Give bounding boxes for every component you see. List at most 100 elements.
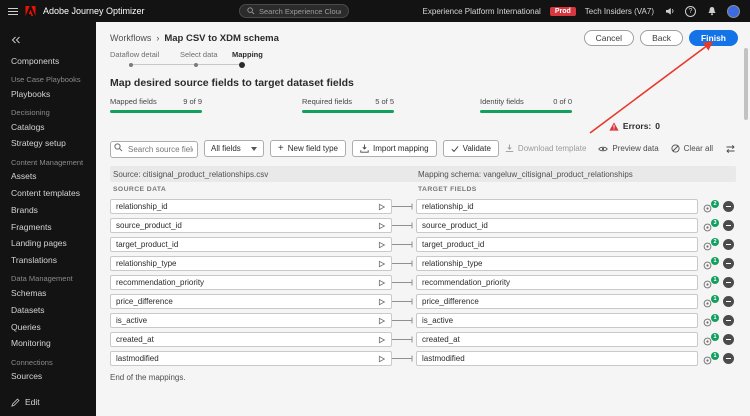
mapping-count-badge[interactable]: 1 bbox=[703, 314, 719, 327]
mapping-count-badge[interactable]: 1 bbox=[703, 276, 719, 289]
source-field-input[interactable]: relationship_type bbox=[110, 256, 392, 271]
source-field-input[interactable]: relationship_id bbox=[110, 199, 392, 214]
mapping-count-badge[interactable]: 1 bbox=[703, 295, 719, 308]
finish-button[interactable]: Finish bbox=[688, 30, 738, 46]
menu-icon[interactable] bbox=[8, 7, 18, 15]
target-field-input[interactable]: price_difference bbox=[416, 294, 698, 309]
preview-data-button[interactable]: Preview data bbox=[598, 144, 659, 153]
validate-button[interactable]: Validate bbox=[442, 140, 499, 157]
remove-mapping-button[interactable] bbox=[723, 220, 734, 231]
map-arrow-icon[interactable] bbox=[378, 355, 386, 363]
step-mapping[interactable]: Mapping bbox=[232, 50, 263, 59]
source-field-input[interactable]: recommendation_priority bbox=[110, 275, 392, 290]
map-arrow-icon[interactable] bbox=[378, 298, 386, 306]
remove-mapping-button[interactable] bbox=[723, 258, 734, 269]
mapping-count-badge[interactable]: 1 bbox=[703, 352, 719, 365]
source-field-input[interactable]: created_at bbox=[110, 332, 392, 347]
target-field-input[interactable]: relationship_id bbox=[416, 199, 698, 214]
breadcrumb-workflows-link[interactable]: Workflows bbox=[110, 33, 151, 43]
source-field-input[interactable]: lastmodified bbox=[110, 351, 392, 366]
mapping-row: target_product_id target_product_id 2 bbox=[110, 235, 736, 254]
mapping-count-badge[interactable]: 3 bbox=[703, 219, 719, 232]
remove-mapping-button[interactable] bbox=[723, 296, 734, 307]
sidebar-item-datasets[interactable]: Datasets bbox=[0, 302, 96, 319]
download-template-button[interactable]: Download template bbox=[505, 144, 586, 153]
sidebar-item-brands[interactable]: Brands bbox=[0, 202, 96, 219]
step-connector-line bbox=[131, 64, 242, 65]
sidebar-item-playbooks[interactable]: Playbooks bbox=[0, 86, 96, 103]
sidebar-item-landing-pages[interactable]: Landing pages bbox=[0, 236, 96, 253]
section-title: Map desired source fields to target data… bbox=[110, 77, 354, 89]
environment-badge[interactable]: Prod bbox=[549, 6, 576, 16]
remove-mapping-button[interactable] bbox=[723, 277, 734, 288]
import-mapping-button[interactable]: Import mapping bbox=[352, 140, 437, 157]
mapping-count-badge[interactable]: 2 bbox=[703, 200, 719, 213]
mapping-count-badge[interactable]: 1 bbox=[703, 257, 719, 270]
mapping-count-badge[interactable]: 1 bbox=[703, 333, 719, 346]
tenant-name[interactable]: Tech Insiders (VA7) bbox=[585, 7, 654, 16]
swap-panels-icon[interactable] bbox=[725, 144, 736, 154]
step-select-data[interactable]: Select data bbox=[180, 50, 218, 59]
global-search[interactable] bbox=[239, 4, 349, 18]
source-fields-search-input[interactable] bbox=[110, 141, 198, 158]
breadcrumb: Workflows › Map CSV to XDM schema bbox=[110, 33, 279, 44]
help-icon[interactable]: ? bbox=[685, 5, 696, 17]
map-arrow-icon[interactable] bbox=[378, 241, 386, 249]
mapping-connector-line bbox=[392, 316, 416, 325]
sidebar-item-content-templates[interactable]: Content templates bbox=[0, 186, 96, 203]
source-field-input[interactable]: price_difference bbox=[110, 294, 392, 309]
sidebar-item-components[interactable]: Components bbox=[0, 53, 96, 70]
remove-mapping-button[interactable] bbox=[723, 239, 734, 250]
target-field-input[interactable]: is_active bbox=[416, 313, 698, 328]
sidebar-item-fragments[interactable]: Fragments bbox=[0, 219, 96, 236]
new-field-type-button[interactable]: + New field type bbox=[269, 140, 346, 157]
warning-icon bbox=[609, 121, 619, 131]
global-search-input[interactable] bbox=[259, 6, 341, 16]
sidebar-item-monitoring[interactable]: Monitoring bbox=[0, 336, 96, 353]
adobe-logo-icon bbox=[25, 6, 36, 16]
download-icon bbox=[505, 144, 514, 153]
sidebar-edit-button[interactable]: Edit bbox=[0, 393, 96, 411]
cancel-button[interactable]: Cancel bbox=[583, 30, 635, 46]
nav-collapse-icon[interactable] bbox=[0, 25, 96, 53]
sidebar-item-sources[interactable]: Sources bbox=[0, 369, 96, 386]
target-field-input[interactable]: lastmodified bbox=[416, 351, 698, 366]
vertical-scrollbar[interactable] bbox=[744, 48, 748, 120]
fields-filter-select[interactable]: All fields bbox=[204, 140, 264, 157]
remove-mapping-button[interactable] bbox=[723, 334, 734, 345]
map-arrow-icon[interactable] bbox=[378, 203, 386, 211]
mapping-count-badge[interactable]: 2 bbox=[703, 238, 719, 251]
sidebar-item-translations[interactable]: Translations bbox=[0, 253, 96, 270]
source-file-header: Source: citisignal_product_relationships… bbox=[113, 169, 269, 179]
plus-icon: + bbox=[277, 142, 284, 154]
map-arrow-icon[interactable] bbox=[378, 260, 386, 268]
step-dataflow-detail[interactable]: Dataflow detail bbox=[110, 50, 159, 59]
target-field-input[interactable]: recommendation_priority bbox=[416, 275, 698, 290]
sidebar-item-schemas[interactable]: Schemas bbox=[0, 286, 96, 303]
announcements-icon[interactable] bbox=[663, 5, 676, 18]
remove-mapping-button[interactable] bbox=[723, 315, 734, 326]
back-button[interactable]: Back bbox=[640, 30, 683, 46]
map-arrow-icon[interactable] bbox=[378, 317, 386, 325]
target-field-input[interactable]: source_product_id bbox=[416, 218, 698, 233]
sidebar-item-strategy-setup[interactable]: Strategy setup bbox=[0, 136, 96, 153]
remove-mapping-button[interactable] bbox=[723, 201, 734, 212]
target-field-input[interactable]: relationship_type bbox=[416, 256, 698, 271]
target-field-input[interactable]: created_at bbox=[416, 332, 698, 347]
sidebar-item-assets[interactable]: Assets bbox=[0, 169, 96, 186]
target-fields-column-header: TARGET FIELDS bbox=[418, 186, 477, 193]
map-arrow-icon[interactable] bbox=[378, 336, 386, 344]
source-field-input[interactable]: target_product_id bbox=[110, 237, 392, 252]
notifications-bell-icon[interactable] bbox=[705, 5, 718, 18]
map-arrow-icon[interactable] bbox=[378, 279, 386, 287]
target-field-input[interactable]: target_product_id bbox=[416, 237, 698, 252]
mapping-row: source_product_id source_product_id 3 bbox=[110, 216, 736, 235]
source-field-input[interactable]: source_product_id bbox=[110, 218, 392, 233]
clear-all-button[interactable]: Clear all bbox=[671, 144, 713, 153]
sidebar-item-queries[interactable]: Queries bbox=[0, 319, 96, 336]
remove-mapping-button[interactable] bbox=[723, 353, 734, 364]
user-avatar[interactable] bbox=[727, 4, 740, 18]
sidebar-item-catalogs[interactable]: Catalogs bbox=[0, 119, 96, 136]
map-arrow-icon[interactable] bbox=[378, 222, 386, 230]
source-field-input[interactable]: is_active bbox=[110, 313, 392, 328]
